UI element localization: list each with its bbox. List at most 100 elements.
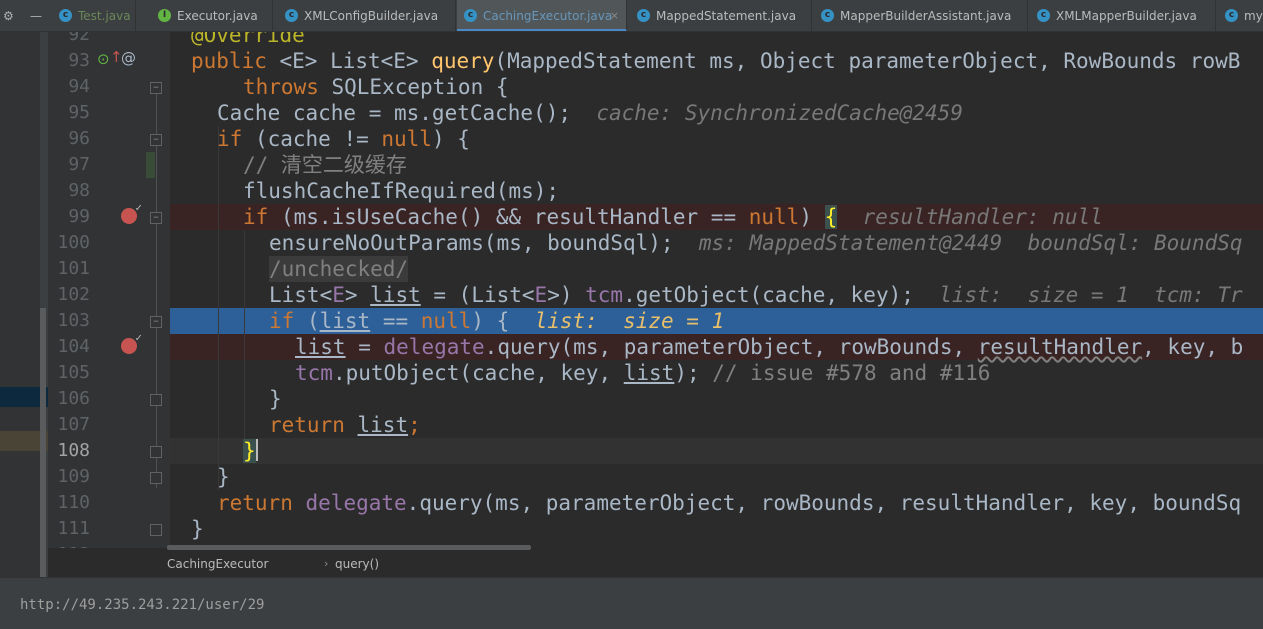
- code-line-99[interactable]: if (ms.isUseCache() && resultHandler == …: [170, 204, 1263, 230]
- code-line-111[interactable]: }: [170, 516, 1263, 542]
- class-icon: c: [59, 9, 72, 22]
- settings-icon[interactable]: ⚙: [3, 0, 14, 31]
- code-token: >: [344, 283, 371, 307]
- class-icon: c: [1225, 9, 1238, 22]
- debug-inline-value: size = 1: [623, 309, 725, 333]
- override-at-icon[interactable]: @: [121, 49, 136, 67]
- type-param: E: [332, 283, 345, 307]
- keyword: throws: [243, 75, 319, 99]
- code-line-106[interactable]: }: [170, 386, 1263, 412]
- debug-inline-value: list:: [534, 309, 598, 333]
- code-line-97[interactable]: // 清空二级缓存: [170, 152, 1263, 178]
- fold-end-icon[interactable]: [150, 394, 162, 406]
- implements-icon[interactable]: ⊙: [97, 50, 110, 68]
- code-token: (MappedStatement ms, Object parameterObj…: [494, 49, 1241, 73]
- code-line-93[interactable]: public <E> List<E> query(MappedStatement…: [170, 48, 1263, 74]
- keyword: null: [748, 205, 800, 229]
- tab-xmlconfigbuilder-java[interactable]: c XMLConfigBuilder.java: [278, 0, 456, 31]
- breakpoint-icon[interactable]: [121, 201, 142, 224]
- class-icon: c: [821, 9, 834, 22]
- code-line-104[interactable]: list = delegate.query(ms, parameterObjec…: [170, 334, 1263, 360]
- breadcrumb: CachingExecutor › query(): [48, 551, 1263, 577]
- variable-list: list: [295, 335, 346, 359]
- line-number: 96: [68, 128, 90, 149]
- code-line-95[interactable]: Cache cache = ms.getCache(); cache: Sync…: [170, 100, 1263, 126]
- debug-inline-value: ms: MappedStatement@2449 boundSql: Bound…: [698, 231, 1243, 255]
- fold-icon[interactable]: −: [150, 134, 162, 146]
- code-editor[interactable]: @Override public <E> List<E> query(Mappe…: [170, 32, 1263, 548]
- tab-cachingexecutor-java[interactable]: c CachingExecutor.java ×: [457, 0, 627, 31]
- code-comment: // 清空二级缓存: [243, 153, 407, 177]
- code-token: ) {: [471, 309, 510, 333]
- line-number: 103: [57, 310, 90, 331]
- fold-end-icon[interactable]: [150, 524, 162, 536]
- code-token: Cache cache = ms.getCache();: [217, 101, 572, 125]
- code-line-101[interactable]: /unchecked/: [170, 256, 1263, 282]
- breadcrumb-separator: ›: [324, 557, 329, 570]
- breadcrumb-class[interactable]: CachingExecutor: [167, 551, 268, 577]
- tab-executor-java[interactable]: I Executor.java: [151, 0, 273, 31]
- keyword: null: [420, 309, 472, 333]
- breadcrumb-method[interactable]: query(): [335, 551, 379, 577]
- class-icon: c: [637, 9, 650, 22]
- field-delegate: delegate: [383, 335, 485, 359]
- line-number: 110: [57, 492, 90, 513]
- code-text: List<E> list = (List<E>) tcm.getObject(c…: [269, 282, 1243, 308]
- tab-mapperbuilderassistant-java[interactable]: c MapperBuilderAssistant.java: [814, 0, 1028, 31]
- code-line-94[interactable]: throws SQLException {: [170, 74, 1263, 100]
- tab-label: Executor.java: [177, 9, 258, 23]
- fold-end-icon[interactable]: [150, 446, 162, 458]
- close-icon[interactable]: ×: [610, 0, 619, 29]
- interface-icon: I: [158, 9, 171, 22]
- code-line-98[interactable]: flushCacheIfRequired(ms);: [170, 178, 1263, 204]
- line-number: 106: [57, 388, 90, 409]
- code-line-103[interactable]: if (list == null) { list: size = 1: [170, 308, 1263, 334]
- tab-test-java[interactable]: c Test.java: [52, 0, 136, 31]
- keyword: return: [217, 491, 293, 515]
- fold-icon[interactable]: −: [150, 316, 162, 328]
- breakpoint-icon[interactable]: [121, 331, 142, 354]
- line-number: 92: [68, 32, 90, 45]
- line-number: 101: [57, 258, 90, 279]
- tab-xmlmapperbuilder-java[interactable]: c XMLMapperBuilder.java: [1030, 0, 1216, 31]
- variable-list: list: [370, 283, 421, 307]
- tab-mybatis-partial[interactable]: c myb: [1218, 0, 1263, 31]
- matched-brace: {: [824, 205, 838, 229]
- line-number: 112: [48, 542, 90, 548]
- code-line-96[interactable]: if (cache != null) {: [170, 126, 1263, 152]
- line-number: 102: [57, 284, 90, 305]
- line-number: 105: [57, 362, 90, 383]
- fold-end-icon[interactable]: [150, 472, 162, 484]
- fold-icon[interactable]: −: [150, 82, 162, 94]
- fold-icon[interactable]: −: [150, 212, 162, 224]
- code-line-100[interactable]: ensureNoOutParams(ms, boundSql); ms: Map…: [170, 230, 1263, 256]
- code-line-109[interactable]: }: [170, 464, 1263, 490]
- code-line-105[interactable]: tcm.putObject(cache, key, list); // issu…: [170, 360, 1263, 386]
- horizontal-scrollbar-thumb[interactable]: [167, 545, 531, 550]
- class-icon: c: [464, 9, 477, 22]
- code-comment: // issue #578 and #116: [699, 361, 991, 385]
- class-icon: c: [285, 9, 298, 22]
- suppress-warnings-comment: /unchecked/: [269, 256, 409, 282]
- fold-guide: [156, 88, 157, 488]
- field-tcm: tcm: [295, 361, 333, 385]
- keyword: if: [243, 205, 269, 229]
- code-line-110[interactable]: return delegate.query(ms, parameterObjec…: [170, 490, 1263, 516]
- code-text: }: [243, 438, 258, 464]
- line-number: 97: [68, 154, 90, 175]
- tab-mappedstatement-java[interactable]: c MappedStatement.java: [630, 0, 812, 31]
- hide-icon[interactable]: —: [30, 0, 42, 31]
- code-line-108[interactable]: }: [170, 438, 1263, 464]
- class-icon: c: [1037, 9, 1050, 22]
- code-line-92[interactable]: @Override: [170, 32, 1263, 48]
- code-line-102[interactable]: List<E> list = (List<E>) tcm.getObject(c…: [170, 282, 1263, 308]
- variable-list: list: [319, 309, 371, 333]
- keyword: if: [269, 309, 295, 333]
- vertical-scrollbar-thumb[interactable]: [40, 308, 46, 578]
- code-line-107[interactable]: return list;: [170, 412, 1263, 438]
- editor-gutter[interactable]: 92 93 94 95 96 97 98 99 100 101 102 103 …: [48, 32, 170, 548]
- method-name: query: [431, 49, 495, 73]
- code-token: ==: [370, 309, 421, 333]
- vcs-change-marker[interactable]: [146, 152, 155, 178]
- tab-label: MapperBuilderAssistant.java: [840, 9, 1012, 23]
